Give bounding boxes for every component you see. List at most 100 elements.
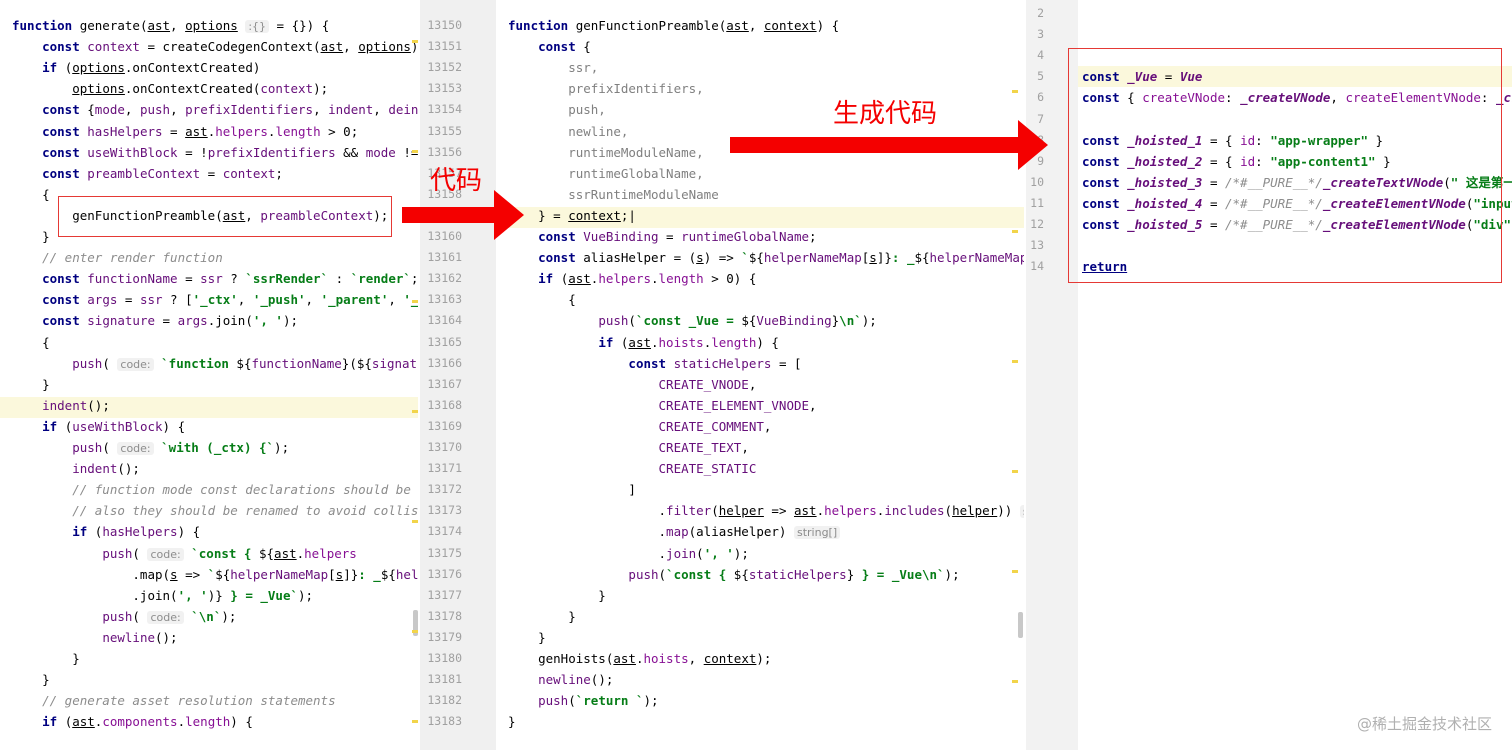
code-token: push, (508, 102, 606, 118)
code-line[interactable]: } (12, 669, 50, 690)
code-line[interactable]: { (12, 184, 50, 205)
code-token: VueBinding (756, 313, 832, 329)
code-line[interactable]: push(`return `); (508, 690, 658, 711)
code-line[interactable]: .join(', '); (508, 543, 749, 564)
code-line[interactable]: const { (508, 36, 591, 57)
code-line[interactable]: push( code: `function ${functionName}(${… (12, 353, 418, 374)
code-line[interactable]: const {mode, push, prefixIdentifiers, in… (12, 99, 418, 120)
code-line[interactable]: const functionName = ssr ? `ssrRender` :… (12, 268, 418, 289)
code-token: > 0; (320, 123, 359, 139)
left-editor-pane[interactable]: function generate(ast, options :{} = {})… (0, 0, 418, 750)
code-token: newline (102, 629, 155, 645)
scroll-marker (1012, 470, 1018, 473)
code-line[interactable]: } = context;| (508, 205, 636, 226)
code-line[interactable]: CREATE_ELEMENT_VNODE, (508, 395, 817, 416)
code-line[interactable]: .join(', ')} } = _Vue`); (12, 585, 313, 606)
code-token: ${ (914, 250, 930, 266)
code-line[interactable]: ssrRuntimeModuleName (508, 184, 719, 205)
code-line[interactable]: const useWithBlock = !prefixIdentifiers … (12, 142, 418, 163)
line-number: 13173 (427, 503, 462, 518)
code-line[interactable]: runtimeGlobalName, (508, 163, 703, 184)
code-token: = (177, 271, 201, 287)
code-token: staticHelpers (748, 566, 847, 582)
code-line[interactable]: if (hasHelpers) { (12, 521, 200, 542)
code-line[interactable]: } (508, 711, 516, 732)
code-line[interactable]: // function mode const declarations shou… (12, 479, 418, 500)
code-line[interactable]: options.onContextCreated(context); (12, 78, 328, 99)
code-token: ( (944, 503, 953, 519)
code-token: map (666, 524, 689, 540)
code-line[interactable]: if (ast.hoists.length) { (508, 332, 779, 353)
code-line[interactable]: indent(); (12, 395, 110, 416)
code-line[interactable]: .filter(helper => ast.helpers.includes(h… (508, 500, 1024, 521)
code-line[interactable]: { (508, 289, 576, 310)
code-line[interactable]: newline(); (508, 669, 613, 690)
code-line[interactable]: const hasHelpers = ast.helpers.length > … (12, 121, 358, 142)
code-token: } = _Vue\n` (854, 566, 945, 582)
code-line[interactable]: CREATE_VNODE, (508, 374, 757, 395)
code-line[interactable]: CREATE_TEXT, (508, 437, 749, 458)
code-token: ( (628, 313, 636, 329)
code-line[interactable]: const context = createCodegenContext(ast… (12, 36, 418, 57)
code-token: . (177, 714, 186, 730)
code-line[interactable]: // also they should be renamed to avoid … (12, 500, 418, 521)
middle-scrollbar-thumb[interactable] (1018, 612, 1023, 638)
code-line[interactable]: prefixIdentifiers, (508, 78, 703, 99)
code-token: . (508, 545, 667, 561)
code-line[interactable]: push, (508, 99, 606, 120)
code-line[interactable]: push( code: `const { ${ast.helpers (12, 543, 357, 564)
code-line[interactable]: { (12, 332, 50, 353)
code-line[interactable]: if (options.onContextCreated) (12, 57, 260, 78)
code-line[interactable]: genHoists(ast.hoists, context); (508, 648, 771, 669)
code-token: } (508, 608, 576, 624)
code-line[interactable]: const VueBinding = runtimeGlobalName; (508, 226, 816, 247)
code-line[interactable]: push( code: `with (_ctx) {`); (12, 437, 289, 458)
middle-editor-pane[interactable]: function genFunctionPreamble(ast, contex… (496, 0, 1024, 750)
code-token: if (42, 714, 65, 730)
code-token: functionName (87, 271, 178, 287)
code-line[interactable]: } (12, 648, 80, 669)
code-token: ast (613, 651, 636, 666)
code-line[interactable]: const args = ssr ? ['_ctx', '_push', '_p… (12, 289, 418, 310)
code-line[interactable]: // enter render function (12, 247, 223, 268)
code-line[interactable]: ] (508, 479, 636, 500)
code-token: code: (147, 547, 184, 561)
code-line[interactable]: } (508, 585, 606, 606)
code-line[interactable]: } (12, 374, 50, 395)
code-line[interactable]: .map(aliasHelper) string[] (508, 521, 841, 542)
code-line[interactable]: if (ast.helpers.length > 0) { (508, 268, 756, 289)
code-line[interactable]: } (508, 627, 546, 648)
code-line[interactable]: newline, (508, 121, 628, 142)
code-line[interactable]: const signature = args.join(', '); (12, 310, 298, 331)
code-line[interactable]: push(`const { ${staticHelpers} } = _Vue\… (508, 564, 959, 585)
code-line[interactable]: const aliasHelper = (s) => `${helperName… (508, 247, 1024, 268)
code-line[interactable]: function genFunctionPreamble(ast, contex… (508, 15, 839, 36)
code-token: push (102, 608, 133, 624)
code-token: join (666, 545, 697, 561)
code-token: ${ (380, 566, 396, 582)
code-line[interactable]: push(`const _Vue = ${VueBinding}\n`); (508, 310, 877, 331)
code-line[interactable]: CREATE_STATIC (508, 458, 757, 479)
code-line[interactable]: function generate(ast, options :{} = {})… (12, 15, 329, 36)
code-line[interactable]: if (useWithBlock) { (12, 416, 185, 437)
code-line[interactable]: indent(); (12, 458, 140, 479)
code-token: ( (696, 545, 704, 561)
code-line[interactable]: .map(s => `${helperNameMap[s]}: _${helpe (12, 564, 418, 585)
line-number: 13181 (427, 672, 462, 687)
code-line[interactable]: push( code: `\n`); (12, 606, 236, 627)
code-line[interactable]: runtimeModuleName, (508, 142, 703, 163)
code-line[interactable]: const preambleContext = context; (12, 163, 283, 184)
code-line[interactable]: } (508, 606, 576, 627)
code-token: // enter render function (12, 250, 223, 266)
code-line[interactable]: if (ast.components.length) { (12, 711, 253, 732)
code-line[interactable]: ssr, (508, 57, 598, 78)
code-line[interactable]: CREATE_COMMENT, (508, 416, 772, 437)
code-line[interactable]: } (12, 226, 50, 247)
code-token: ${ (236, 355, 252, 371)
code-line[interactable]: newline(); (12, 627, 177, 648)
code-line[interactable]: const staticHelpers = [ (508, 353, 801, 374)
code-line[interactable]: // generate asset resolution statements (12, 690, 336, 711)
